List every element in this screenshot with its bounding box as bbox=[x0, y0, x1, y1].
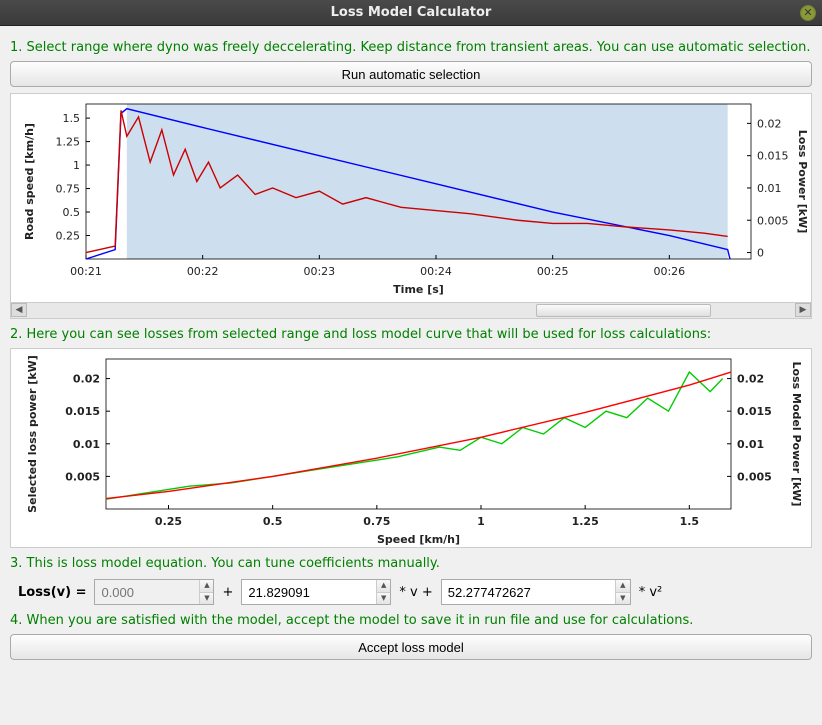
svg-text:1.25: 1.25 bbox=[56, 136, 81, 149]
step1-text: 1. Select range where dyno was freely de… bbox=[10, 40, 812, 55]
svg-text:0: 0 bbox=[757, 247, 764, 260]
svg-text:Road speed [km/h]: Road speed [km/h] bbox=[23, 123, 36, 240]
svg-text:0.25: 0.25 bbox=[155, 515, 182, 528]
svg-text:0.02: 0.02 bbox=[737, 373, 764, 386]
svg-text:0.75: 0.75 bbox=[363, 515, 390, 528]
svg-text:1.25: 1.25 bbox=[572, 515, 599, 528]
svg-text:0.02: 0.02 bbox=[73, 373, 100, 386]
coef0-input bbox=[95, 580, 199, 604]
window-titlebar: Loss Model Calculator ✕ bbox=[0, 0, 822, 26]
equation-lhs: Loss(v) = bbox=[18, 585, 86, 600]
svg-text:0.02: 0.02 bbox=[757, 117, 782, 130]
svg-text:00:25: 00:25 bbox=[537, 265, 569, 278]
svg-text:Time [s]: Time [s] bbox=[393, 283, 444, 296]
svg-text:1.5: 1.5 bbox=[680, 515, 700, 528]
spin-down-icon[interactable]: ▼ bbox=[616, 593, 630, 605]
svg-text:1: 1 bbox=[73, 159, 80, 172]
svg-text:0.015: 0.015 bbox=[757, 150, 789, 163]
scroll-left-icon[interactable]: ◀ bbox=[11, 303, 27, 317]
svg-text:1.5: 1.5 bbox=[63, 112, 81, 125]
spin-up-icon[interactable]: ▲ bbox=[377, 580, 390, 593]
svg-text:00:21: 00:21 bbox=[70, 265, 102, 278]
svg-text:0.5: 0.5 bbox=[263, 515, 283, 528]
svg-text:00:23: 00:23 bbox=[303, 265, 335, 278]
svg-text:00:26: 00:26 bbox=[653, 265, 685, 278]
svg-text:0.015: 0.015 bbox=[737, 405, 772, 418]
svg-text:0.5: 0.5 bbox=[63, 206, 81, 219]
accept-loss-model-button[interactable]: Accept loss model bbox=[10, 634, 812, 660]
coef2-input[interactable] bbox=[442, 580, 615, 604]
svg-text:0.01: 0.01 bbox=[73, 438, 100, 451]
svg-text:00:24: 00:24 bbox=[420, 265, 452, 278]
window-title: Loss Model Calculator bbox=[331, 5, 492, 20]
svg-text:0.25: 0.25 bbox=[56, 230, 81, 243]
plus-label: + bbox=[222, 585, 233, 600]
coef2-spinbox[interactable]: ▲▼ bbox=[441, 579, 631, 605]
svg-text:0.015: 0.015 bbox=[65, 405, 100, 418]
svg-text:0.005: 0.005 bbox=[65, 470, 100, 483]
svg-text:Speed [km/h]: Speed [km/h] bbox=[377, 533, 460, 546]
spin-up-icon[interactable]: ▲ bbox=[616, 580, 630, 593]
spin-down-icon: ▼ bbox=[200, 593, 213, 605]
svg-text:Loss Model Power [kW]: Loss Model Power [kW] bbox=[790, 362, 803, 507]
chart-time-vs-speed-power[interactable]: 0.25 0.5 0.75 1 1.25 1.5 0 0.005 0.01 0.015 0.02 00… bbox=[10, 93, 812, 303]
svg-text:0.75: 0.75 bbox=[56, 183, 81, 196]
spin-down-icon[interactable]: ▼ bbox=[377, 593, 390, 605]
chart1-horizontal-scrollbar[interactable]: ◀ ▶ bbox=[10, 303, 812, 319]
step2-text: 2. Here you can see losses from selected… bbox=[10, 327, 812, 342]
coef0-spinbox: ▲▼ bbox=[94, 579, 214, 605]
step4-text: 4. When you are satisfied with the model… bbox=[10, 613, 812, 628]
svg-text:0.01: 0.01 bbox=[757, 182, 782, 195]
equation-row: Loss(v) = ▲▼ + ▲▼ * v + ▲▼ * v² bbox=[10, 579, 812, 605]
svg-text:0.005: 0.005 bbox=[757, 214, 789, 227]
svg-text:0.005: 0.005 bbox=[737, 470, 772, 483]
spin-up-icon: ▲ bbox=[200, 580, 213, 593]
svg-text:Loss Power [kW]: Loss Power [kW] bbox=[796, 130, 809, 234]
scroll-thumb[interactable] bbox=[536, 304, 711, 317]
scroll-right-icon[interactable]: ▶ bbox=[795, 303, 811, 317]
run-auto-selection-button[interactable]: Run automatic selection bbox=[10, 61, 812, 87]
svg-text:0.01: 0.01 bbox=[737, 438, 764, 451]
chart-speed-vs-loss[interactable]: 0.25 0.5 0.75 1 1.25 1.5 0.005 0.005 0.01 0.01 0.0… bbox=[10, 348, 812, 548]
coef1-input[interactable] bbox=[242, 580, 376, 604]
times-v2-label: * v² bbox=[639, 585, 663, 600]
svg-text:Selected loss power [kW]: Selected loss power [kW] bbox=[26, 355, 39, 513]
svg-text:00:22: 00:22 bbox=[187, 265, 219, 278]
step3-text: 3. This is loss model equation. You can … bbox=[10, 556, 812, 571]
close-icon[interactable]: ✕ bbox=[800, 5, 816, 21]
times-v-plus-label: * v + bbox=[399, 585, 432, 600]
svg-text:1: 1 bbox=[477, 515, 485, 528]
coef1-spinbox[interactable]: ▲▼ bbox=[241, 579, 391, 605]
